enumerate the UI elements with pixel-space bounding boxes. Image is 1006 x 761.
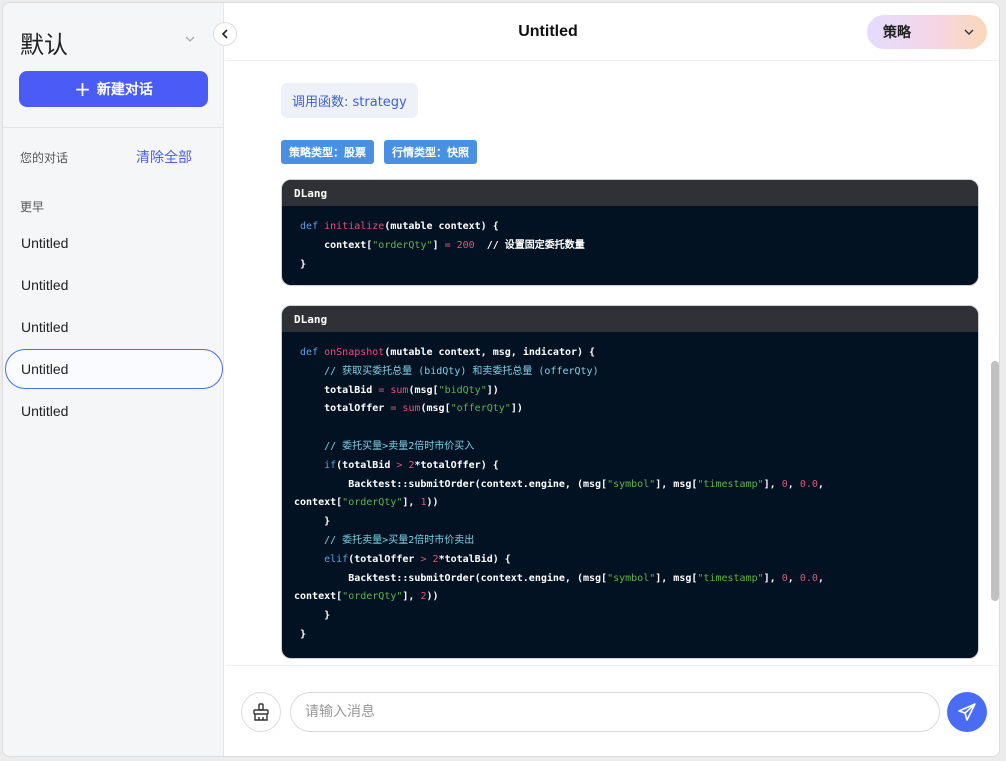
app-window: 默认 + 新建对话 您的对话 清除全部 更早 Untitled Untitled… bbox=[2, 2, 1000, 757]
send-button[interactable] bbox=[947, 692, 987, 732]
conversation-title: Untitled bbox=[21, 361, 69, 377]
group-label-earlier: 更早 bbox=[20, 200, 45, 214]
code-content: def onSnapshot(mutable context, msg, ind… bbox=[294, 347, 824, 640]
chevron-left-icon bbox=[221, 29, 228, 39]
message-input[interactable] bbox=[290, 692, 940, 732]
new-chat-label: 新建对话 bbox=[96, 82, 153, 98]
code-language-label: DLang bbox=[282, 306, 978, 332]
chevron-down-icon[interactable] bbox=[184, 33, 196, 45]
conversation-item[interactable]: Untitled bbox=[5, 223, 223, 263]
chat-scrollbar[interactable] bbox=[991, 63, 999, 663]
conversation-title: Untitled bbox=[21, 319, 69, 335]
composer bbox=[225, 665, 999, 756]
tag-row: 策略类型：股票 行情类型：快照 bbox=[281, 140, 981, 164]
tag-strategy-type: 策略类型：股票 bbox=[281, 140, 374, 164]
function-call-chip: 调用函数: strategy bbox=[281, 83, 418, 118]
clear-context-button[interactable] bbox=[241, 692, 281, 732]
conversation-item-active[interactable]: Untitled bbox=[5, 349, 223, 389]
main-panel: Untitled 策略 调用函数: strategy 策略类型：股票 行情类型：… bbox=[225, 3, 999, 756]
conversation-title: Untitled bbox=[21, 277, 69, 293]
conversation-list: Untitled Untitled Untitled Untitled Unti… bbox=[5, 223, 223, 433]
code-block: DLang def initialize(mutable context) { … bbox=[281, 179, 979, 286]
sidebar: 默认 + 新建对话 您的对话 清除全部 更早 Untitled Untitled… bbox=[3, 3, 224, 756]
conversation-item[interactable]: Untitled bbox=[5, 391, 223, 431]
tag-market-type: 行情类型：快照 bbox=[384, 140, 477, 164]
chat-header: Untitled 策略 bbox=[225, 3, 999, 61]
code-content: def initialize(mutable context) { contex… bbox=[300, 221, 585, 270]
chat-title: Untitled bbox=[518, 23, 578, 40]
mode-select[interactable]: 策略 bbox=[867, 15, 987, 49]
clear-all-link[interactable]: 清除全部 bbox=[136, 147, 192, 167]
send-icon bbox=[958, 703, 976, 721]
conversation-title: Untitled bbox=[21, 235, 69, 251]
sidebar-divider bbox=[3, 127, 224, 128]
mode-select-value: 策略 bbox=[883, 25, 911, 41]
your-conversations-label: 您的对话 bbox=[20, 151, 69, 165]
assistant-message: 调用函数: strategy 策略类型：股票 行情类型：快照 DLang def… bbox=[281, 83, 981, 659]
conversation-title: Untitled bbox=[21, 403, 69, 419]
code-block: DLang def onSnapshot(mutable context, ms… bbox=[281, 305, 979, 659]
code-language-label: DLang bbox=[282, 180, 978, 206]
broom-icon bbox=[253, 703, 269, 721]
new-chat-button[interactable]: + 新建对话 bbox=[19, 71, 208, 107]
plus-icon: + bbox=[74, 77, 91, 101]
workspace-title[interactable]: 默认 bbox=[20, 25, 68, 60]
conversation-item[interactable]: Untitled bbox=[5, 307, 223, 347]
chevron-down-icon bbox=[964, 29, 974, 35]
collapse-sidebar-button[interactable] bbox=[213, 22, 237, 46]
scrollbar-thumb[interactable] bbox=[991, 361, 999, 601]
conversation-item[interactable]: Untitled bbox=[5, 265, 223, 305]
